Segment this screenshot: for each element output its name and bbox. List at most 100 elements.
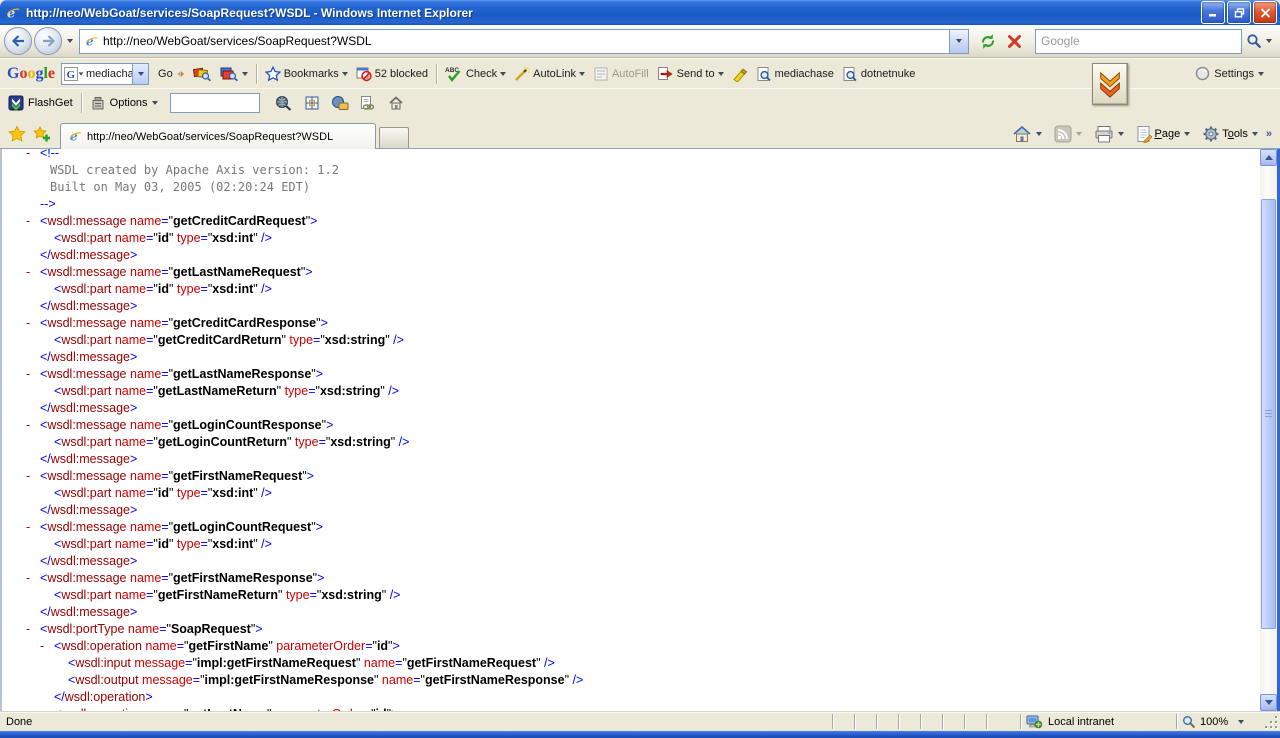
resize-grip[interactable] — [1264, 712, 1280, 731]
xml-token: getLoginCountRequest — [173, 520, 311, 534]
collapse-toggle[interactable]: - — [40, 638, 54, 655]
xml-line: </wsdl:operation> — [2, 689, 1277, 706]
settings-caret[interactable] — [1258, 72, 1264, 76]
popup-blocked-icon — [356, 66, 372, 82]
navigation-bar: e http://neo/WebGoat/services/SoapReques… — [0, 25, 1280, 58]
active-tab[interactable]: e http://neo/WebGoat/services/SoapReques… — [60, 123, 376, 149]
collapse-toggle[interactable]: - — [26, 468, 40, 485]
new-tab-stub[interactable] — [379, 127, 409, 148]
collapse-toggle[interactable]: - — [26, 519, 40, 536]
page-menu-button[interactable]: Page — [1134, 124, 1182, 144]
stop-button[interactable] — [1001, 28, 1027, 54]
go-button[interactable]: Go — [154, 66, 189, 82]
capture-button[interactable] — [300, 92, 324, 114]
zoom-caret[interactable] — [1238, 720, 1244, 724]
collapse-toggle[interactable]: - — [26, 213, 40, 230]
search-box[interactable]: Google — [1035, 29, 1242, 54]
scroll-thumb[interactable] — [1261, 199, 1276, 629]
xml-token: wsdl:message — [47, 265, 126, 279]
check-caret[interactable] — [500, 72, 506, 76]
collapse-toggle[interactable]: - — [26, 315, 40, 332]
highlighter-button[interactable] — [728, 64, 752, 84]
tools-caret[interactable] — [1252, 132, 1258, 136]
gear-icon — [1202, 125, 1220, 143]
home-caret[interactable] — [1036, 132, 1042, 136]
back-arrow-icon — [11, 35, 26, 47]
download-all-button[interactable] — [328, 92, 352, 114]
collapse-toggle[interactable]: - — [26, 621, 40, 638]
flashget-label[interactable]: FlashGet — [28, 97, 73, 109]
address-url[interactable]: http://neo/WebGoat/services/SoapRequest?… — [103, 34, 949, 48]
xml-token: xsd:string — [325, 333, 385, 347]
popup-blocker-button[interactable]: 52 blocked — [352, 64, 432, 84]
print-caret[interactable] — [1118, 132, 1124, 136]
home-icon — [1012, 125, 1032, 143]
zoom-magnifier-icon — [1182, 715, 1196, 729]
send-to-caret[interactable] — [718, 72, 724, 76]
site-explorer-button[interactable] — [272, 92, 296, 114]
history-dropdown-caret[interactable] — [67, 39, 73, 43]
address-dropdown-button[interactable] — [949, 30, 968, 53]
options-caret[interactable] — [152, 101, 158, 105]
combo-dropdown-button[interactable] — [132, 64, 148, 84]
bookmarks-button[interactable]: Bookmarks — [261, 64, 352, 84]
collapse-toggle[interactable]: - — [26, 366, 40, 383]
xml-token: type — [177, 486, 201, 500]
options-label[interactable]: Options — [110, 97, 148, 109]
add-favorite-button[interactable] — [29, 121, 54, 146]
collapse-toggle[interactable]: - — [26, 264, 40, 281]
search-site-button[interactable] — [189, 64, 216, 84]
back-button[interactable] — [4, 27, 32, 55]
g-menu-caret[interactable] — [79, 72, 84, 75]
toolbar-search-combo[interactable]: G mediachase — [61, 63, 149, 85]
scroll-up-button[interactable] — [1260, 149, 1277, 166]
autolink-caret[interactable] — [579, 72, 585, 76]
flashget-dropzone[interactable] — [1092, 63, 1128, 105]
close-button[interactable] — [1253, 1, 1277, 24]
settings-button[interactable]: Settings — [1195, 66, 1264, 81]
status-cell — [854, 714, 876, 729]
print-button[interactable] — [1092, 124, 1116, 144]
favorites-button[interactable] — [4, 121, 29, 146]
collapse-toggle[interactable]: - — [40, 706, 54, 711]
download-link-button[interactable] — [356, 92, 380, 114]
address-field[interactable]: e http://neo/WebGoat/services/SoapReques… — [79, 29, 969, 54]
toolbar-search-value[interactable]: mediachase — [84, 68, 132, 80]
search-dropdown-caret[interactable] — [1266, 39, 1272, 43]
dotnetnuke-search-button[interactable]: dotnetnuke — [838, 64, 919, 84]
page-link-icon — [359, 95, 376, 111]
home-icon — [388, 95, 404, 111]
feeds-button[interactable] — [1052, 124, 1074, 144]
send-to-button[interactable]: Send to — [653, 64, 728, 84]
search-web-button[interactable] — [216, 64, 252, 84]
page-caret[interactable] — [1184, 132, 1190, 136]
tools-menu-button[interactable]: Tools — [1200, 124, 1250, 144]
home-button[interactable] — [1010, 124, 1034, 144]
xml-token: = — [161, 418, 168, 432]
collapse-toggle[interactable]: - — [26, 149, 40, 162]
search-go-button[interactable] — [1242, 28, 1266, 54]
vertical-scrollbar[interactable] — [1260, 149, 1277, 711]
mediachase-search-button[interactable]: mediachase — [752, 64, 838, 84]
xml-token: > — [130, 248, 137, 262]
bookmarks-caret[interactable] — [342, 72, 348, 76]
xml-token: getLastNameReturn — [158, 384, 277, 398]
flashget-home-button[interactable] — [384, 92, 408, 114]
restore-button[interactable] — [1227, 1, 1251, 24]
overflow-chevron[interactable]: » — [1266, 128, 1272, 140]
xml-token: = — [365, 639, 372, 653]
search-web-caret[interactable] — [242, 72, 248, 76]
flashget-input[interactable] — [170, 93, 260, 113]
minimize-button[interactable] — [1201, 1, 1225, 24]
spellcheck-button[interactable]: ABC Check — [441, 64, 510, 84]
xml-token: > — [316, 520, 323, 534]
forward-button[interactable] — [34, 27, 62, 55]
autolink-button[interactable]: AutoLink — [510, 64, 589, 84]
scroll-down-button[interactable] — [1260, 694, 1277, 711]
refresh-button[interactable] — [975, 28, 1001, 54]
google-logo: Google — [7, 65, 55, 83]
collapse-toggle[interactable]: - — [26, 570, 40, 587]
zoom-control[interactable]: 100% — [1176, 714, 1264, 729]
autolink-label: AutoLink — [533, 68, 576, 80]
collapse-toggle[interactable]: - — [26, 417, 40, 434]
